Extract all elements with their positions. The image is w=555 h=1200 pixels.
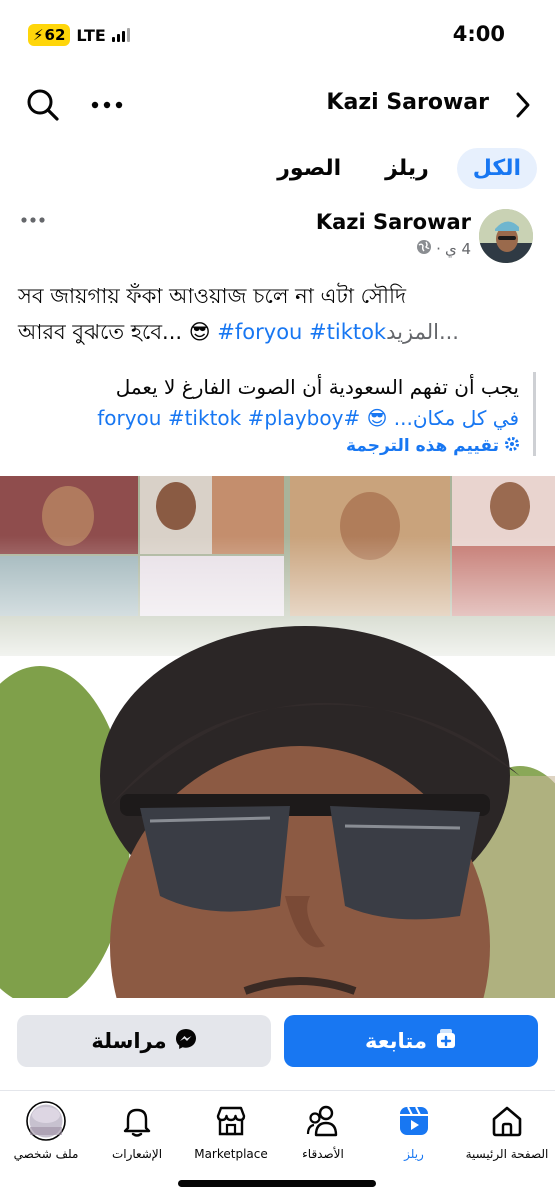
chevron-right-icon[interactable] bbox=[513, 90, 533, 120]
post-author-name[interactable]: Kazi Sarowar bbox=[316, 210, 471, 234]
charging-icon: ⚡ bbox=[33, 26, 44, 44]
gear-icon bbox=[505, 436, 519, 456]
nav-home-label: الصفحة الرئيسية bbox=[465, 1147, 549, 1161]
post-hashtags[interactable]: #foryou #tiktok bbox=[217, 320, 386, 344]
post-text-line2-start: আরব বুঝতে হবে... 😎 bbox=[18, 320, 218, 344]
post-body: সব জায়গায় ফঁকা আওয়াজ চলে না এটা সৌদি … bbox=[18, 278, 538, 350]
nav-reels[interactable]: ريلز bbox=[364, 1101, 464, 1161]
post-media[interactable] bbox=[0, 476, 555, 998]
battery-indicator: ⚡ 62 bbox=[28, 24, 71, 46]
rate-translation-link[interactable]: تقييم هذه الترجمة bbox=[18, 436, 519, 456]
home-icon bbox=[487, 1101, 527, 1141]
message-label: مراسلة bbox=[91, 1029, 167, 1053]
nav-notifications-label: الإشعارات bbox=[111, 1147, 163, 1161]
rate-translation-label: تقييم هذه الترجمة bbox=[346, 436, 499, 456]
home-indicator bbox=[178, 1180, 376, 1187]
status-left: ⚡ 62 LTE bbox=[28, 24, 130, 46]
follow-icon bbox=[435, 1028, 457, 1055]
nav-reels-label: ريلز bbox=[404, 1147, 424, 1161]
globe-icon bbox=[416, 239, 432, 259]
nav-marketplace-label: Marketplace bbox=[194, 1147, 268, 1161]
post-text-line1: সব জায়গায় ফঁকা আওয়াজ চলে না এটা সৌদি bbox=[18, 284, 407, 308]
messenger-icon bbox=[175, 1028, 197, 1055]
battery-level: 62 bbox=[44, 26, 66, 44]
network-type: LTE bbox=[76, 25, 106, 45]
page-title: Kazi Sarowar bbox=[326, 90, 489, 115]
post-options-icon[interactable] bbox=[20, 210, 46, 230]
translation-line2: في كل مكان... 😎 #foryou #tiktok #playboy bbox=[97, 406, 519, 430]
tab-all[interactable]: الكل bbox=[456, 148, 537, 189]
filter-tabs: الكل ريلز الصور bbox=[261, 148, 537, 189]
nav-profile[interactable]: ملف شخصي bbox=[0, 1101, 96, 1161]
nav-marketplace[interactable]: Marketplace bbox=[181, 1101, 281, 1161]
message-button[interactable]: مراسلة bbox=[17, 1015, 271, 1067]
see-more-link[interactable]: المزيد... bbox=[386, 320, 459, 344]
post-image bbox=[0, 476, 555, 998]
translation-block: يجب أن تفهم السعودية أن الصوت الفارغ لا … bbox=[18, 372, 536, 456]
reels-icon bbox=[394, 1101, 434, 1141]
tab-reels[interactable]: ريلز bbox=[369, 148, 445, 189]
nav-home[interactable]: الصفحة الرئيسية bbox=[457, 1101, 555, 1161]
follow-label: متابعة bbox=[365, 1029, 427, 1053]
post-time: 4 ي bbox=[444, 240, 471, 258]
nav-friends-label: الأصدقاء bbox=[302, 1147, 344, 1161]
clock: 4:00 bbox=[452, 22, 505, 46]
post-text-line2: আরব বুঝতে হবে... 😎 #foryou #tiktokالمزيد… bbox=[18, 314, 538, 350]
bell-icon bbox=[117, 1101, 157, 1141]
post-meta: 4 ي · bbox=[416, 239, 471, 259]
search-icon[interactable] bbox=[26, 88, 60, 122]
more-icon[interactable] bbox=[90, 90, 124, 120]
translation-line1: يجب أن تفهم السعودية أن الصوت الفارغ لا … bbox=[115, 375, 519, 399]
profile-header: Kazi Sarowar bbox=[0, 80, 555, 130]
status-bar: ⚡ 62 LTE 4:00 bbox=[0, 0, 555, 70]
meta-separator: · bbox=[436, 240, 441, 258]
profile-avatar bbox=[26, 1101, 66, 1141]
marketplace-icon bbox=[211, 1101, 251, 1141]
friends-icon bbox=[303, 1101, 343, 1141]
nav-notifications[interactable]: الإشعارات bbox=[87, 1101, 187, 1161]
nav-friends[interactable]: الأصدقاء bbox=[273, 1101, 373, 1161]
tab-photos[interactable]: الصور bbox=[261, 148, 357, 189]
nav-profile-label: ملف شخصي bbox=[13, 1147, 79, 1161]
follow-button[interactable]: متابعة bbox=[284, 1015, 538, 1067]
profile-actions: متابعة مراسلة bbox=[0, 998, 555, 1090]
signal-icon bbox=[111, 28, 130, 42]
author-avatar[interactable] bbox=[479, 209, 533, 263]
